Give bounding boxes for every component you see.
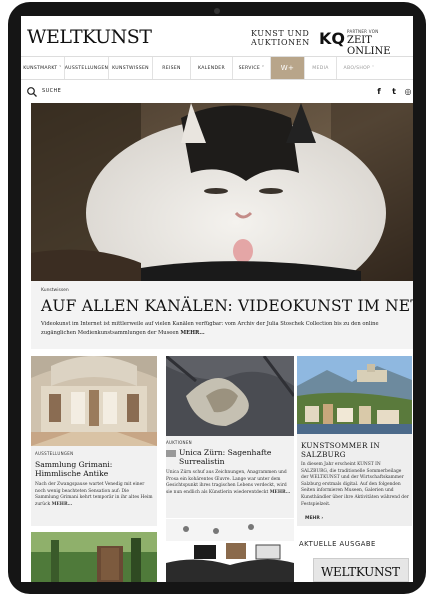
card-teaser: Nach der Zwangspause wartet Venedig mit … [35, 482, 153, 508]
card-title[interactable]: Unica Zürn: Sagenhafte Surrealistin [179, 448, 293, 466]
card-kicker: AUSSTELLUNGEN [35, 451, 74, 456]
kunst-line-2: AUKTIONEN [251, 38, 310, 47]
article-card-salzburg[interactable]: KUNSTSOMMER IN SALZBURG In diesem Jahr e… [297, 356, 412, 526]
site-logo[interactable]: WELTKUNST [27, 26, 152, 48]
kunst-line-1: KUNST UND [251, 29, 310, 38]
nav-media[interactable]: MEDIA [305, 57, 337, 79]
card-image-grimani [31, 356, 157, 446]
card-more-button[interactable]: MEHR › [305, 516, 323, 523]
nav-service[interactable]: SERVICE ˅ [233, 57, 271, 79]
search-label[interactable]: SUCHE [42, 88, 61, 94]
article-card-zuern[interactable]: AUKTIONEN Unica Zürn: Sagenhafte Surreal… [166, 356, 294, 518]
article-image-auction[interactable] [166, 519, 294, 582]
card-title[interactable]: KUNSTSOMMER IN SALZBURG [301, 441, 409, 459]
zeit-online-logo[interactable]: ZEIT ONLINE [347, 35, 413, 57]
hero-cat-picture [31, 103, 413, 281]
card-title[interactable]: Sammlung Grimani: Himmlische Antike [35, 460, 155, 478]
nav-kunstmarkt[interactable]: KUNSTMARKT ˅ [21, 57, 65, 79]
card-image-zuern [166, 356, 294, 436]
card-image-salzburg [297, 356, 412, 434]
tablet-frame: WELTKUNST KUNST UND AUKTIONEN KQ PARTNER… [8, 2, 426, 594]
nav-kalender[interactable]: KALENDER [191, 57, 233, 79]
twitter-icon[interactable]: t [388, 86, 400, 98]
kunst-und-auktionen-logo[interactable]: KUNST UND AUKTIONEN [251, 29, 310, 47]
hero-image[interactable] [31, 103, 413, 281]
magazine-cover-title: WELTKUNST [321, 565, 400, 579]
nav-ausstellungen[interactable]: AUSSTELLUNGEN [65, 57, 109, 79]
search-bar: SUCHE f t ◎ [21, 82, 413, 102]
facebook-icon[interactable]: f [373, 86, 385, 98]
article-image-garden[interactable] [31, 532, 157, 582]
nav-kunstwissen[interactable]: KUNSTWISSEN [109, 57, 153, 79]
nav-reisen[interactable]: REISEN [153, 57, 191, 79]
hero-teaser-text: Videokunst im Internet ist mittlerweile … [41, 321, 379, 336]
search-icon[interactable] [26, 86, 38, 98]
current-issue-heading: AKTUELLE AUSGABE [299, 540, 376, 548]
hero-more-link[interactable]: MEHR... [180, 330, 204, 336]
kq-logo[interactable]: KQ [319, 29, 345, 48]
camera-dot [214, 8, 220, 14]
nav-abo-shop[interactable]: ABO/SHOP ˅ [337, 57, 381, 79]
main-navigation: KUNSTMARKT ˅ AUSSTELLUNGEN KUNSTWISSEN R… [21, 56, 413, 80]
hero-teaser: Videokunst im Internet ist mittlerweile … [41, 320, 403, 338]
partner-label: PARTNER VON [347, 29, 379, 34]
hero-kicker: Kunstwissen [41, 288, 69, 293]
hero-title[interactable]: AUF ALLEN KANÄLEN: VIDEOKUNST IM NETZ [41, 297, 413, 315]
video-icon [166, 450, 176, 457]
card-more-link[interactable]: MEHR... [52, 502, 73, 507]
card-teaser-text: Unica Zürn schuf aus Zeichnungen, Anagra… [166, 470, 287, 495]
browser-viewport: WELTKUNST KUNST UND AUKTIONEN KQ PARTNER… [21, 16, 413, 582]
instagram-icon[interactable]: ◎ [402, 86, 413, 98]
article-card-grimani[interactable]: AUSSTELLUNGEN Sammlung Grimani: Himmlisc… [31, 356, 157, 526]
nav-wplus[interactable]: W+ [271, 57, 305, 79]
masthead: WELTKUNST KUNST UND AUKTIONEN KQ PARTNER… [21, 16, 413, 60]
hero-caption[interactable]: Kunstwissen AUF ALLEN KANÄLEN: VIDEOKUNS… [31, 281, 413, 349]
card-kicker: AUKTIONEN [166, 440, 192, 445]
card-teaser: Unica Zürn schuf aus Zeichnungen, Anagra… [166, 470, 292, 496]
card-teaser-text: In diesem Jahr erscheint KUNST IN SALZBU… [301, 462, 409, 507]
card-more-link[interactable]: MEHR... [270, 490, 291, 495]
